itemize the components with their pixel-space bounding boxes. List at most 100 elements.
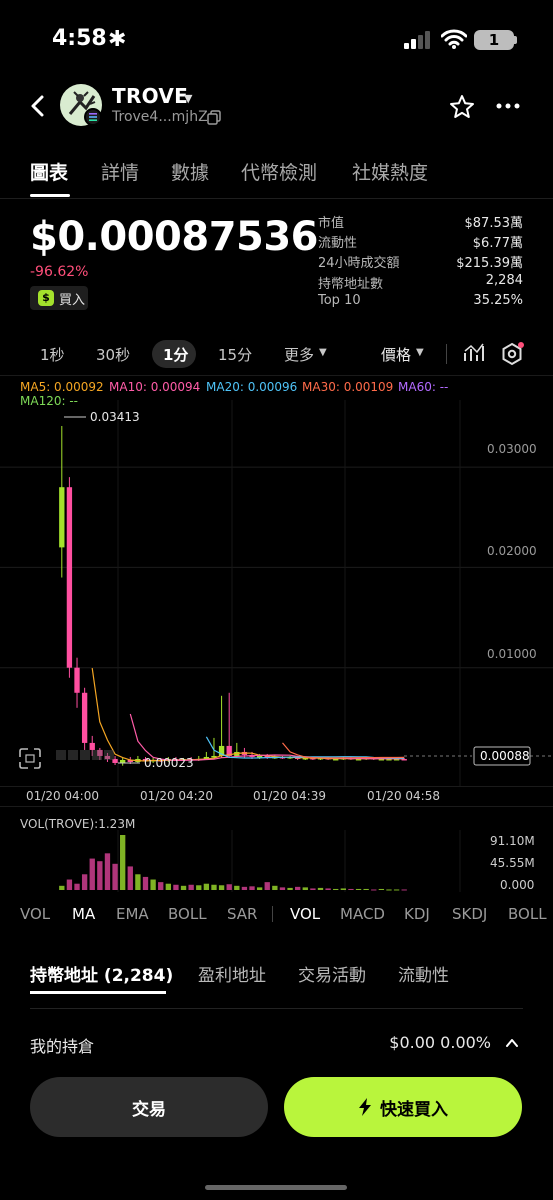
volume-bar (173, 884, 179, 890)
ind-sar[interactable]: SAR (227, 905, 257, 923)
ind-ma[interactable]: MA (72, 905, 95, 923)
more-icon[interactable] (496, 102, 520, 110)
trade-button-label: 交易 (132, 1099, 166, 1120)
interval-15m[interactable]: 15分 (218, 344, 252, 365)
stat-value: 35.25% (473, 293, 523, 308)
tab-holders[interactable]: 持幣地址 (2,284) (30, 961, 173, 986)
volume-bar (256, 887, 263, 890)
volume-bar (355, 888, 362, 890)
volume-bar (287, 887, 293, 890)
tab-chart[interactable]: 圖表 (30, 158, 68, 185)
divider (0, 806, 553, 807)
watermark-logo (56, 750, 114, 760)
divider (446, 344, 447, 364)
trade-button[interactable]: 交易 (30, 1077, 268, 1137)
signal-icon (404, 31, 430, 49)
tab-liquidity[interactable]: 流動性 (398, 961, 449, 986)
tab-profitable[interactable]: 盈利地址 (198, 961, 266, 986)
volume-title: VOL(TROVE):1.23M (20, 817, 136, 831)
ind-boll[interactable]: BOLL (168, 905, 207, 923)
ind-vol[interactable]: VOL (20, 905, 50, 923)
volume-bar (127, 866, 133, 890)
token-address: Trove4...mjhZ (112, 109, 208, 125)
caret-down-icon[interactable]: ▼ (416, 347, 424, 358)
volume-bar (59, 885, 65, 890)
solana-icon (84, 108, 102, 126)
screen: 4:58 ✱ 1 TROVE ▼ Trove4...mjhZ 圖表 詳情 數據 … (0, 0, 553, 1200)
interval-1s[interactable]: 1秒 (40, 344, 65, 365)
interval-30s[interactable]: 30秒 (96, 344, 130, 365)
fast-buy-button[interactable]: 快速買入 (284, 1077, 522, 1137)
volume-bar (150, 879, 156, 890)
ind-kdj[interactable]: KDJ (404, 905, 430, 923)
fullscreen-icon[interactable] (19, 748, 41, 769)
tab-data[interactable]: 數據 (171, 158, 209, 185)
y-tick: 0.03000 (487, 442, 537, 456)
x-tick: 01/20 04:58 (367, 789, 440, 803)
divider (0, 198, 553, 199)
battery-icon: 1 (474, 30, 514, 50)
candle-body (74, 667, 80, 693)
price-change: -96.62% (30, 264, 89, 280)
ind-skdj[interactable]: SKDJ (452, 905, 487, 923)
interval-1m[interactable]: 1分 (163, 344, 188, 365)
stat-label: 流動性 (318, 236, 358, 251)
ind-macd[interactable]: MACD (340, 905, 385, 923)
volume-bar (104, 853, 111, 890)
ind-ema[interactable]: EMA (116, 905, 149, 923)
stat-label: 24小時成交額 (318, 256, 400, 271)
volume-bar (211, 884, 217, 890)
volume-bar (272, 885, 278, 890)
volume-bar (218, 885, 225, 890)
volume-bar (371, 889, 377, 891)
stat-value: $87.53萬 (464, 216, 524, 231)
buy-chip[interactable]: $ 買入 (30, 286, 88, 310)
holding-value: $0.00 0.00% (389, 1033, 491, 1052)
volume-bar (97, 861, 103, 890)
ma20-label: MA20: 0.00096 (206, 380, 298, 394)
x-tick: 01/20 04:00 (26, 789, 99, 803)
volume-bar (401, 889, 407, 891)
asterisk-icon: ✱ (108, 27, 127, 52)
volume-bar (333, 888, 339, 890)
token-name[interactable]: TROVE (112, 84, 188, 108)
buy-chip-label: 買入 (59, 293, 86, 308)
settings-icon[interactable] (500, 342, 524, 366)
tab-details[interactable]: 詳情 (101, 158, 139, 185)
caret-down-icon[interactable]: ▼ (184, 92, 192, 105)
high-label: 0.03413 (90, 410, 140, 424)
interval-more[interactable]: 更多 (284, 344, 314, 365)
divider (0, 375, 553, 376)
chevron-up-icon[interactable] (505, 1036, 519, 1050)
tab-activity[interactable]: 交易活動 (298, 961, 366, 986)
indicator-icon[interactable] (463, 343, 485, 363)
volume-bar (142, 876, 149, 890)
price-selector[interactable]: 價格 (381, 344, 411, 365)
ma10-label: MA10: 0.00094 (109, 380, 201, 394)
tab-social[interactable]: 社媒熱度 (352, 158, 428, 185)
x-tick: 01/20 04:39 (253, 789, 326, 803)
caret-down-icon[interactable]: ▼ (319, 347, 327, 358)
ind-sub-vol[interactable]: VOL (290, 905, 320, 923)
tab-underline (30, 194, 70, 197)
back-icon[interactable] (28, 94, 48, 118)
candle-body (66, 487, 73, 668)
volume-bar (188, 884, 194, 890)
status-time: 4:58 (52, 26, 107, 51)
candlestick-chart[interactable]: 0.03000 0.02000 0.01000 0.03413 0.00023 … (0, 400, 553, 790)
stat-value: $215.39萬 (456, 256, 523, 271)
ma30-label: MA30: 0.00109 (302, 380, 394, 394)
copy-icon[interactable] (207, 110, 221, 125)
tab-token-check[interactable]: 代幣檢測 (241, 158, 317, 185)
x-tick: 01/20 04:20 (140, 789, 213, 803)
volume-bar (325, 888, 331, 890)
stat-value: 2,284 (485, 273, 523, 288)
volume-bar (165, 883, 171, 890)
ma30-line (282, 742, 405, 759)
y-tick: 0.01000 (487, 647, 537, 661)
ind-sub-boll[interactable]: BOLL (508, 905, 547, 923)
divider (272, 906, 273, 922)
candle-body (89, 742, 95, 750)
star-icon[interactable] (449, 94, 475, 120)
stat-label: 持幣地址數 (318, 277, 384, 292)
